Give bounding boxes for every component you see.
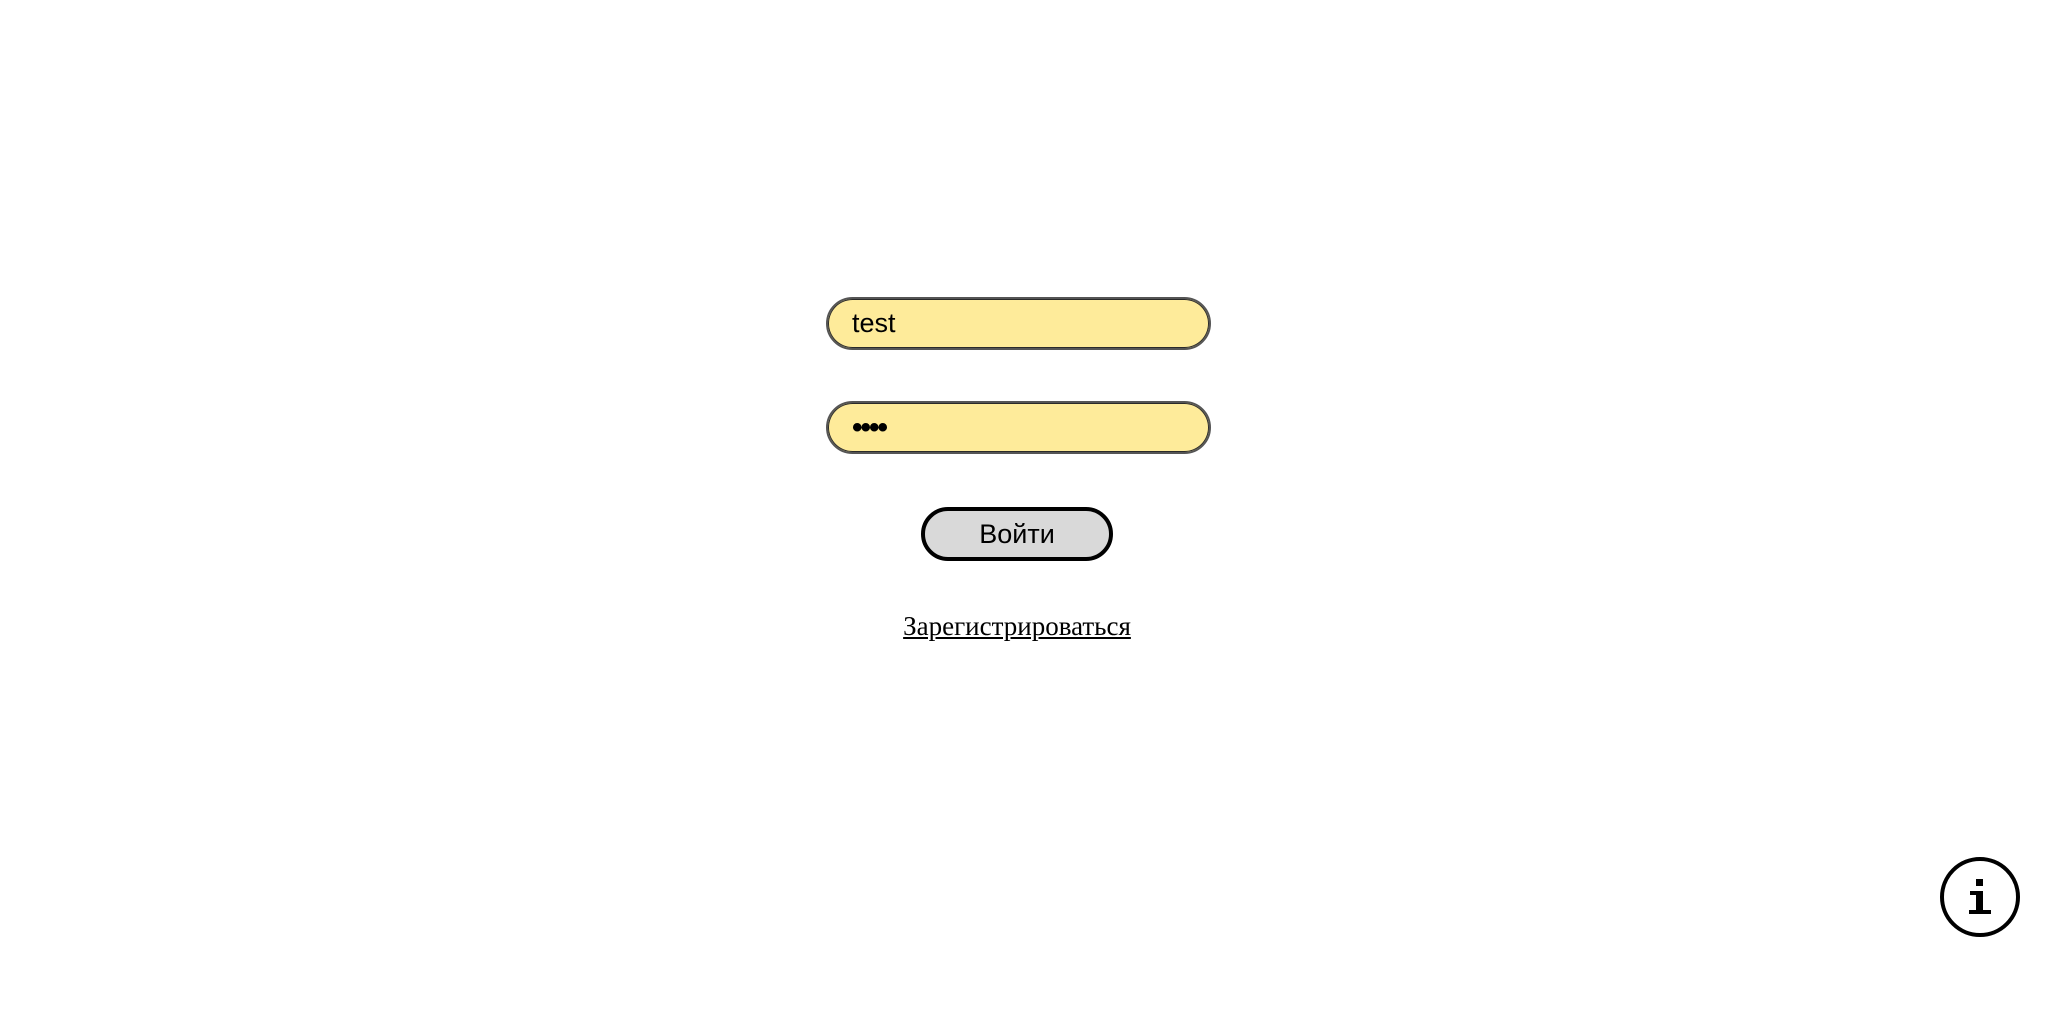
login-input[interactable]: test (826, 297, 1211, 350)
register-link-container: Зарегистрироваться (0, 609, 2034, 643)
password-input[interactable]: •••• (826, 401, 1211, 454)
register-link[interactable]: Зарегистрироваться (903, 611, 1131, 641)
info-button[interactable] (1940, 857, 2020, 937)
login-button[interactable]: Войти (921, 507, 1113, 561)
info-icon (1969, 879, 1991, 914)
